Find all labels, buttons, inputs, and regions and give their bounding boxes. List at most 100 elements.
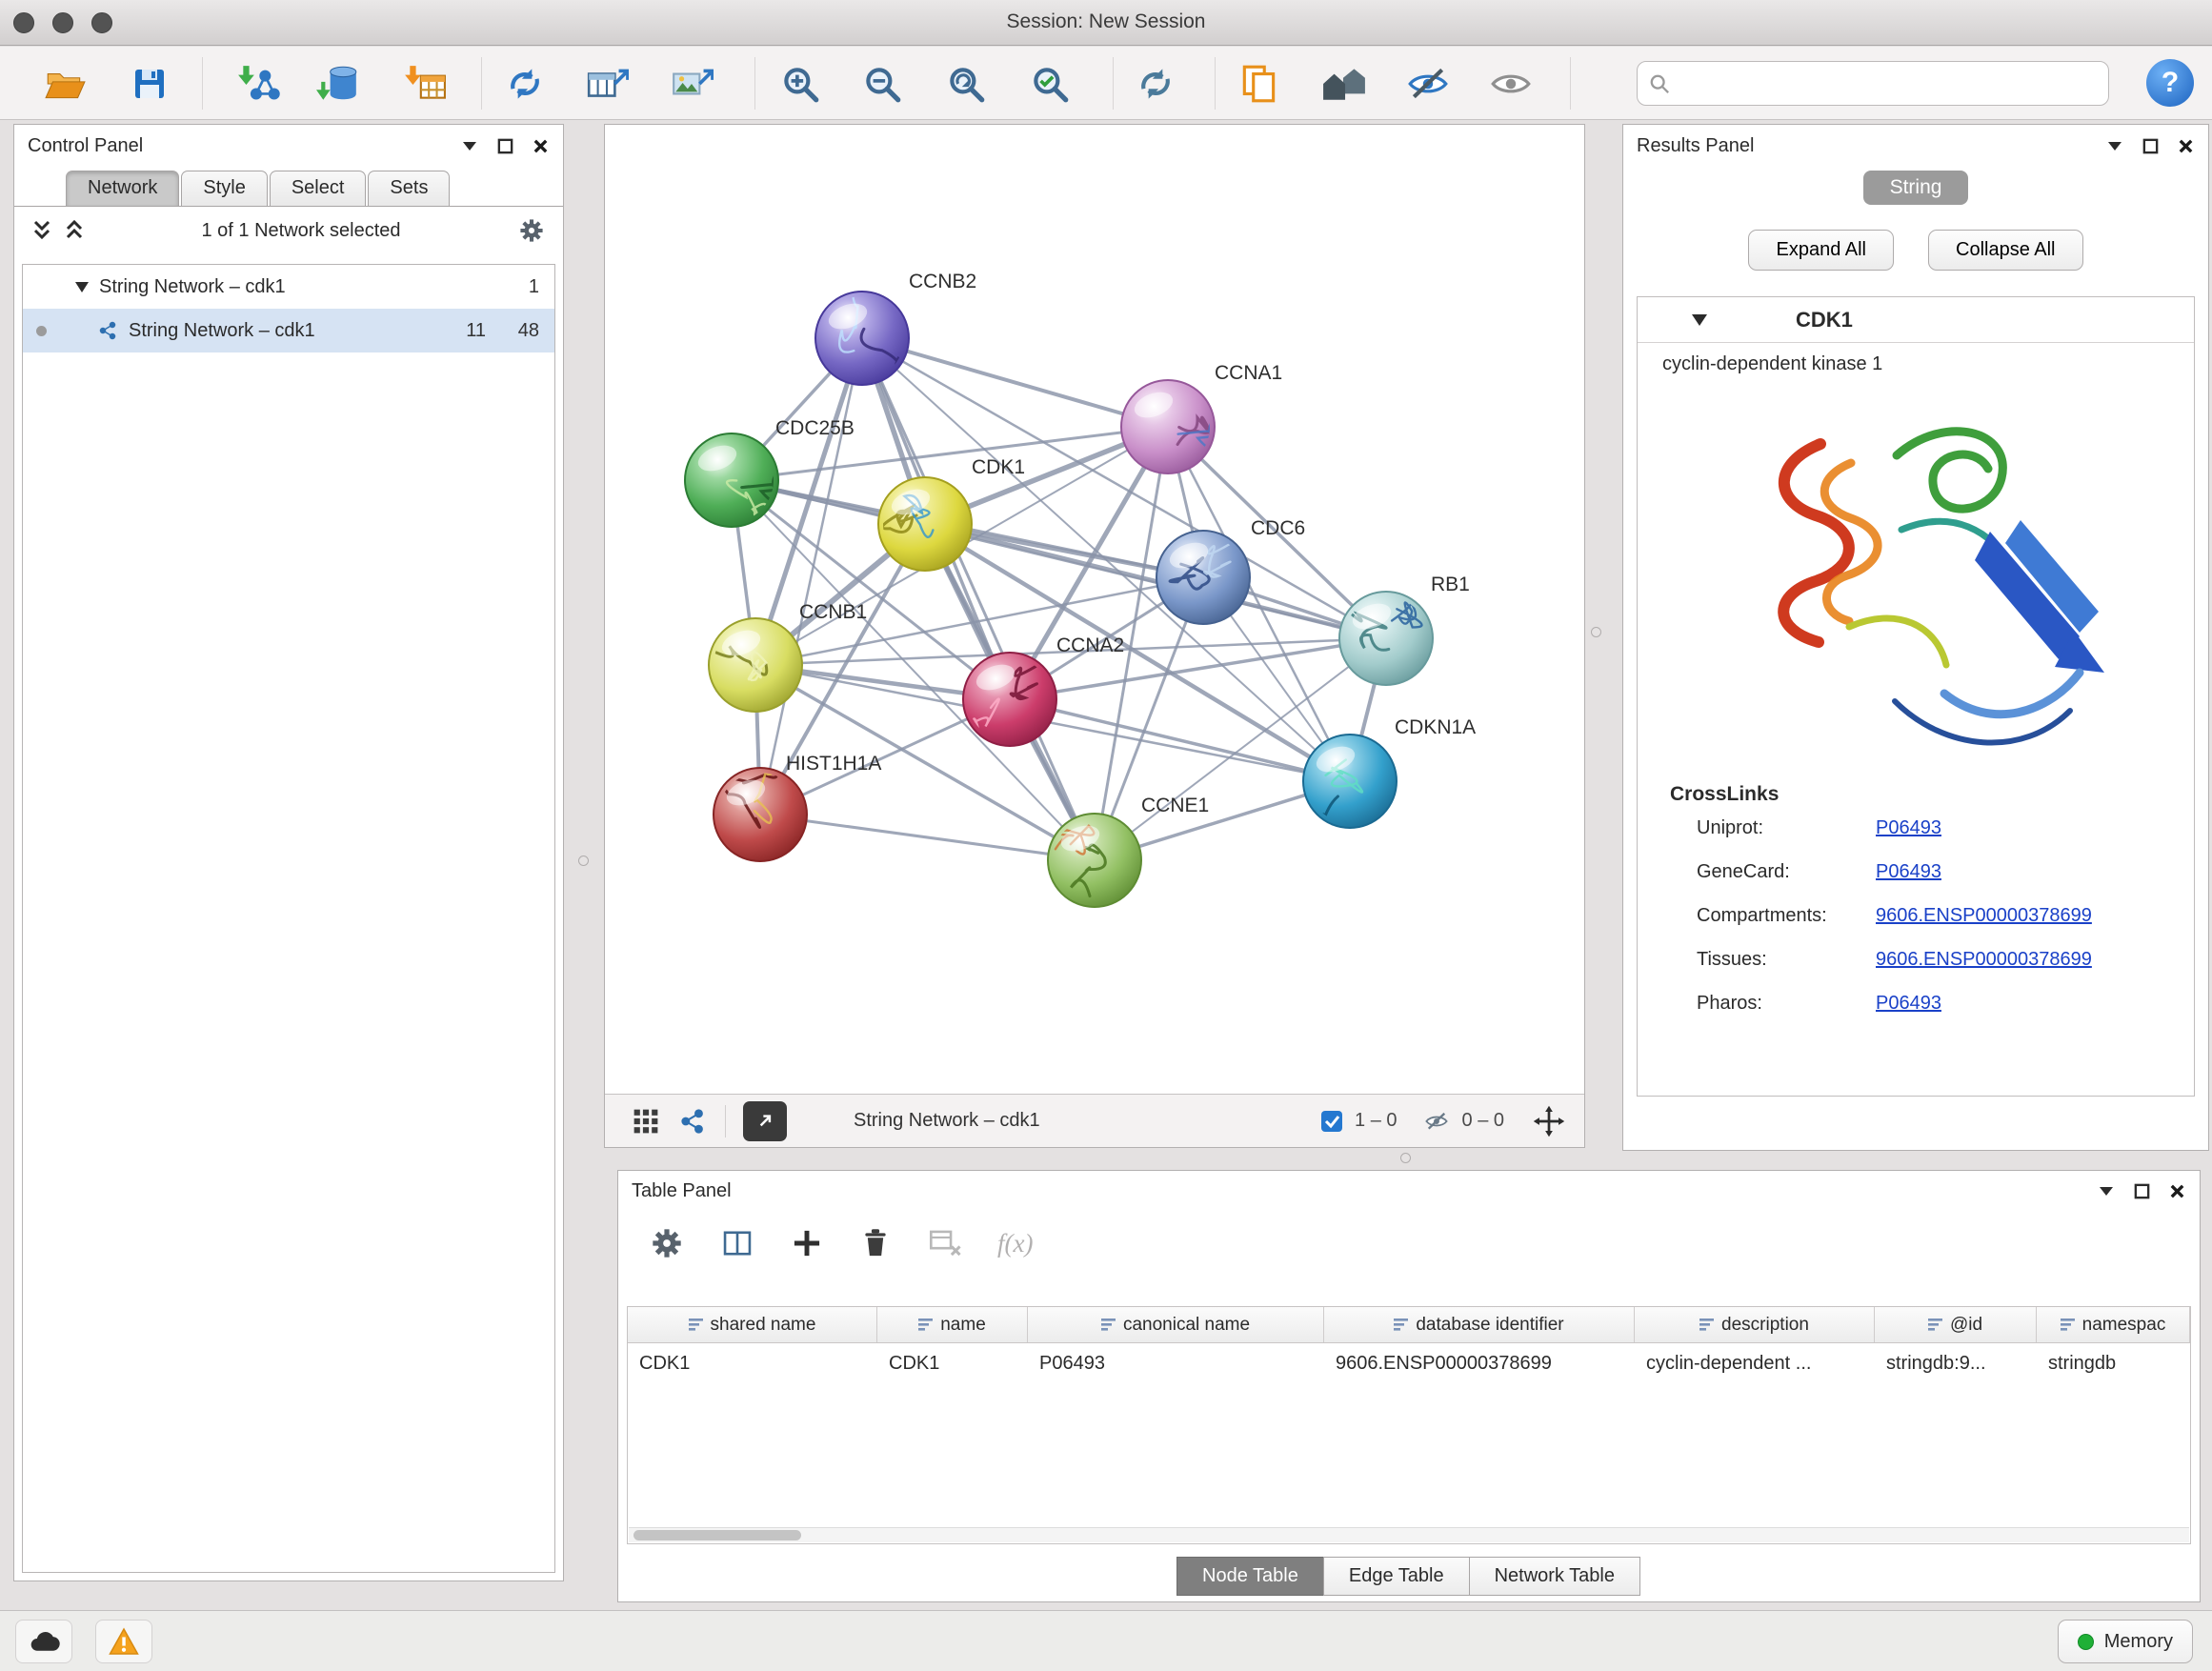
column-header-canonical-name[interactable]: canonical name xyxy=(1028,1307,1324,1342)
cloud-status-button[interactable] xyxy=(15,1620,72,1663)
column-header-database-identifier[interactable]: database identifier xyxy=(1324,1307,1635,1342)
import-network-database-button[interactable] xyxy=(312,59,365,109)
grid-view-icon[interactable] xyxy=(630,1105,662,1137)
search-input[interactable] xyxy=(1678,72,2097,94)
table-row[interactable]: CDK1CDK1P064939606.ENSP00000378699cyclin… xyxy=(628,1343,2190,1383)
function-builder-icon[interactable]: f(x) xyxy=(997,1229,1033,1258)
import-table-file-button[interactable] xyxy=(398,59,452,109)
hidden-eye-icon[interactable] xyxy=(1422,1109,1451,1134)
network-edge[interactable] xyxy=(862,338,1168,427)
network-node[interactable]: CCNB2 xyxy=(815,271,976,385)
collapse-all-icon[interactable] xyxy=(31,219,52,242)
network-edge[interactable] xyxy=(760,338,862,815)
float-panel-icon[interactable] xyxy=(496,137,514,155)
zoom-fit-button[interactable] xyxy=(939,59,993,109)
network-row[interactable]: String Network – cdk1 11 48 xyxy=(23,309,554,352)
collapse-caret-icon[interactable] xyxy=(1691,313,1708,327)
table-cell[interactable]: stringdb xyxy=(2037,1353,2190,1375)
close-panel-icon[interactable] xyxy=(2168,1182,2186,1200)
tab-sets[interactable]: Sets xyxy=(368,171,450,206)
open-view-in-window-button[interactable] xyxy=(743,1101,787,1141)
column-header-namespac[interactable]: namespac xyxy=(2037,1307,2190,1342)
column-header-name[interactable]: name xyxy=(877,1307,1028,1342)
show-columns-icon[interactable] xyxy=(719,1225,755,1261)
tree-caret-icon[interactable] xyxy=(74,281,90,293)
network-canvas[interactable]: CCNB2CCNA1CDC25BCDK1CDC6RB1CCNB1CCNA2CDK… xyxy=(605,125,1584,1094)
network-edge[interactable] xyxy=(760,815,1095,860)
tab-style[interactable]: Style xyxy=(181,171,267,206)
column-header-shared-name[interactable]: shared name xyxy=(628,1307,877,1342)
scrollbar-thumb[interactable] xyxy=(633,1530,801,1540)
tab-edge-table[interactable]: Edge Table xyxy=(1323,1557,1470,1596)
panel-menu-icon[interactable] xyxy=(2097,1183,2116,1198)
export-image-button[interactable] xyxy=(665,59,718,109)
help-button[interactable]: ? xyxy=(2146,59,2194,107)
float-panel-icon[interactable] xyxy=(2142,137,2160,155)
panel-menu-icon[interactable] xyxy=(2105,138,2124,153)
close-panel-icon[interactable] xyxy=(532,137,550,155)
delete-column-icon[interactable] xyxy=(858,1226,893,1260)
expand-all-icon[interactable] xyxy=(64,219,85,242)
network-node[interactable]: CDK1 xyxy=(878,456,1025,571)
network-edge[interactable] xyxy=(862,338,1095,860)
open-session-button[interactable] xyxy=(38,59,91,109)
string-tab[interactable]: String xyxy=(1863,171,1969,205)
network-node[interactable]: CCNB1 xyxy=(698,601,867,712)
delete-table-icon-disabled[interactable] xyxy=(927,1225,963,1261)
network-collection-row[interactable]: String Network – cdk1 1 xyxy=(23,265,554,309)
table-cell[interactable]: P06493 xyxy=(1028,1353,1324,1375)
tab-network-table[interactable]: Network Table xyxy=(1469,1557,1640,1596)
network-node[interactable]: CDKN1A xyxy=(1303,716,1476,872)
first-neighbors-button[interactable] xyxy=(1317,59,1371,109)
annotations-button[interactable] xyxy=(1233,59,1286,109)
network-edge[interactable] xyxy=(925,524,1386,638)
splitter-handle[interactable] xyxy=(1400,1153,1411,1163)
zoom-out-button[interactable] xyxy=(855,59,909,109)
tab-network[interactable]: Network xyxy=(66,171,179,206)
gear-icon[interactable] xyxy=(649,1225,685,1261)
show-all-button[interactable] xyxy=(1484,59,1538,109)
import-network-file-button[interactable] xyxy=(231,59,285,109)
warnings-button[interactable] xyxy=(95,1620,152,1663)
zoom-selected-button[interactable] xyxy=(1023,59,1076,109)
float-panel-icon[interactable] xyxy=(2133,1182,2151,1200)
table-cell[interactable]: CDK1 xyxy=(877,1353,1028,1375)
crosslink-link[interactable]: 9606.ENSP00000378699 xyxy=(1876,949,2092,971)
network-node[interactable]: HIST1H1A xyxy=(714,753,881,861)
network-node[interactable]: CDC6 xyxy=(1156,517,1305,624)
save-session-button[interactable] xyxy=(123,59,176,109)
table-cell[interactable]: stringdb:9... xyxy=(1875,1353,2037,1375)
table-cell[interactable]: cyclin-dependent ... xyxy=(1635,1353,1875,1375)
export-table-button[interactable] xyxy=(580,59,633,109)
selected-checkbox-icon[interactable] xyxy=(1320,1110,1343,1133)
tab-node-table[interactable]: Node Table xyxy=(1176,1557,1324,1596)
zoom-in-button[interactable] xyxy=(774,59,827,109)
crosslink-link[interactable]: P06493 xyxy=(1876,993,1941,1015)
network-icon[interactable] xyxy=(679,1107,708,1136)
pan-crosshair-icon[interactable] xyxy=(1533,1105,1565,1137)
expand-all-button[interactable]: Expand All xyxy=(1748,230,1894,271)
collapse-all-button[interactable]: Collapse All xyxy=(1928,230,2083,271)
refresh-layout-button[interactable] xyxy=(1129,59,1182,109)
splitter-handle[interactable] xyxy=(1591,627,1601,637)
search-box[interactable] xyxy=(1637,61,2109,106)
gear-icon[interactable] xyxy=(517,216,546,245)
close-panel-icon[interactable] xyxy=(2177,137,2195,155)
crosslink-link[interactable]: P06493 xyxy=(1876,817,1941,839)
crosslink-link[interactable]: P06493 xyxy=(1876,861,1941,883)
export-network-button[interactable] xyxy=(498,59,552,109)
crosslink-link[interactable]: 9606.ENSP00000378699 xyxy=(1876,905,2092,927)
column-header--id[interactable]: @id xyxy=(1875,1307,2037,1342)
panel-menu-icon[interactable] xyxy=(460,138,479,153)
tab-select[interactable]: Select xyxy=(270,171,367,206)
network-node[interactable]: CCNA1 xyxy=(1121,362,1282,473)
hide-selected-button[interactable] xyxy=(1401,59,1455,109)
table-cell[interactable]: CDK1 xyxy=(628,1353,877,1375)
network-node[interactable]: RB1 xyxy=(1339,574,1470,685)
column-header-description[interactable]: description xyxy=(1635,1307,1875,1342)
table-cell[interactable]: 9606.ENSP00000378699 xyxy=(1324,1353,1635,1375)
horizontal-scrollbar[interactable] xyxy=(629,1527,2189,1542)
memory-button[interactable]: Memory xyxy=(2058,1620,2193,1663)
add-column-icon[interactable] xyxy=(790,1226,824,1260)
splitter-handle[interactable] xyxy=(578,856,589,866)
